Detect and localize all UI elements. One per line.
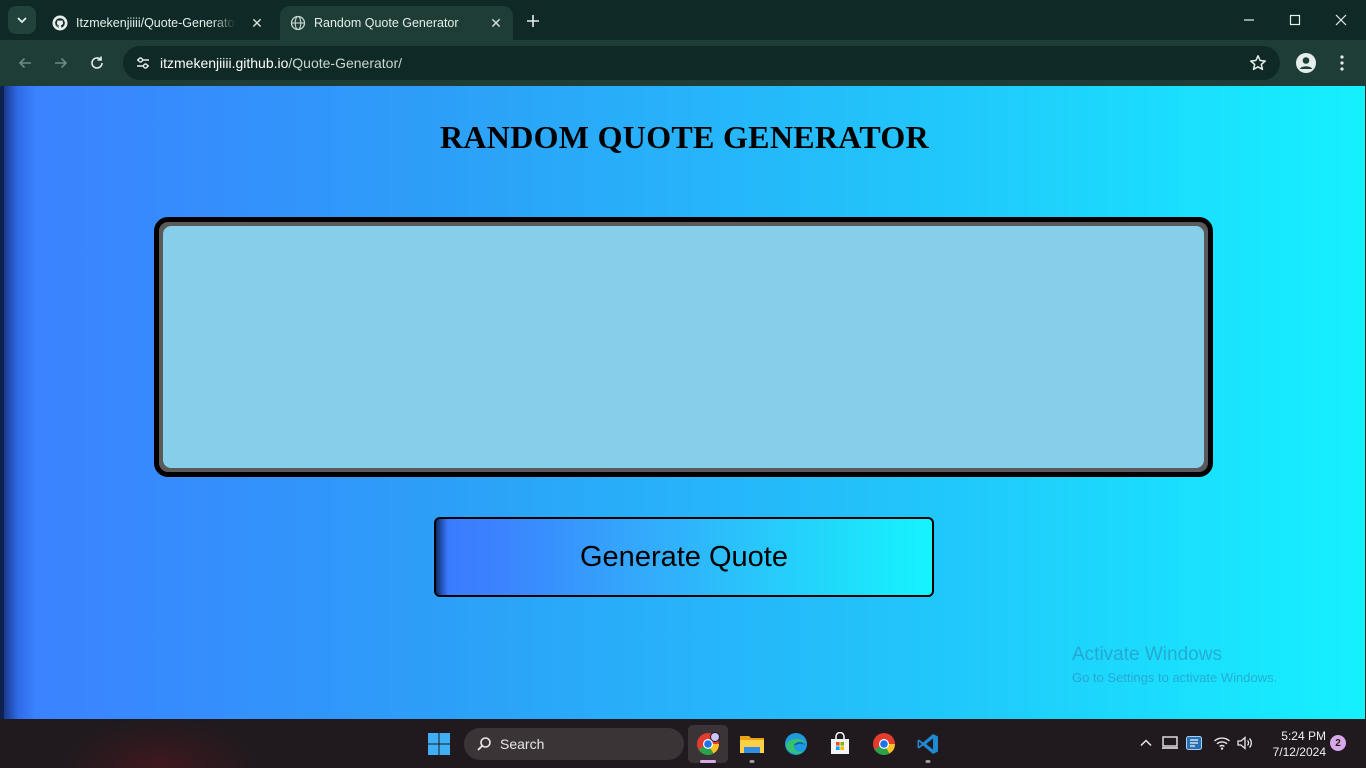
- browser-toolbar: itzmekenjiiii.github.io/Quote-Generator/: [0, 40, 1366, 86]
- tune-icon: [137, 57, 149, 69]
- url-host: itzmekenjiiii.github.io: [160, 55, 289, 71]
- site-info-button[interactable]: [131, 51, 155, 75]
- tab-title: Itzmekenjiiii/Quote-Generator: T: [76, 16, 236, 30]
- taskbar-vscode[interactable]: [908, 725, 948, 763]
- network-adapter-icon: [1186, 736, 1202, 750]
- star-icon: [1250, 55, 1266, 71]
- tab-title: Random Quote Generator: [314, 16, 459, 30]
- show-hidden-icons-button[interactable]: [1136, 733, 1156, 753]
- close-icon: [1335, 14, 1347, 26]
- edge-icon: [785, 733, 807, 755]
- chrome-icon: [873, 733, 895, 755]
- notification-badge[interactable]: 2: [1330, 735, 1346, 751]
- more-vertical-icon: [1340, 55, 1344, 71]
- page-viewport: RANDOM QUOTE GENERATOR Generate Quote Ac…: [4, 86, 1365, 719]
- windows-taskbar: Search 5:24 PM 7/12/2024 2: [0, 719, 1366, 768]
- quote-box: [154, 217, 1213, 477]
- start-button[interactable]: [419, 725, 459, 763]
- new-tab-button[interactable]: [522, 10, 544, 32]
- clock-date: 7/12/2024: [1272, 745, 1326, 759]
- taskbar-microsoft-store[interactable]: [820, 725, 860, 763]
- windows-logo-icon: [428, 733, 450, 755]
- search-icon: [477, 737, 491, 751]
- profile-button[interactable]: [1294, 51, 1318, 75]
- wifi-icon: [1214, 737, 1230, 750]
- page-title: RANDOM QUOTE GENERATOR: [439, 119, 929, 155]
- activate-windows-watermark: Activate Windows Go to Settings to activ…: [1072, 644, 1277, 685]
- bookmark-button[interactable]: [1248, 53, 1268, 73]
- url-path: /Quote-Generator/: [288, 55, 403, 71]
- tab-github[interactable]: Itzmekenjiiii/Quote-Generator: T ✕: [42, 6, 274, 40]
- microsoft-store-icon: [831, 732, 849, 754]
- tab-search-button[interactable]: [8, 6, 36, 34]
- volume-icon: [1237, 736, 1252, 750]
- taskbar-search[interactable]: Search: [464, 728, 684, 760]
- back-button[interactable]: [13, 51, 37, 75]
- browser-menu-button[interactable]: [1332, 51, 1352, 75]
- monitor-icon: [1162, 736, 1178, 749]
- vscode-icon: [917, 734, 938, 754]
- watermark-title: Activate Windows: [1072, 644, 1222, 665]
- watermark-subtitle: Go to Settings to activate Windows.: [1072, 670, 1278, 685]
- address-bar[interactable]: itzmekenjiiii.github.io/Quote-Generator/: [123, 46, 1280, 80]
- generate-quote-button[interactable]: Generate Quote: [434, 517, 934, 597]
- wifi-status[interactable]: [1212, 733, 1232, 753]
- taskbar-chrome-profile[interactable]: [688, 725, 728, 763]
- arrow-left-icon: [18, 57, 31, 69]
- browser-tab-strip: Itzmekenjiiii/Quote-Generator: T ✕ Rando…: [0, 0, 1366, 40]
- quote-display: [163, 226, 1204, 468]
- maximize-button[interactable]: [1272, 0, 1318, 40]
- forward-button[interactable]: [49, 51, 73, 75]
- taskbar-search-label: Search: [500, 736, 545, 752]
- globe-icon: [290, 15, 306, 31]
- clock-time: 5:24 PM: [1281, 729, 1326, 743]
- close-window-button[interactable]: [1318, 0, 1364, 40]
- chrome-profile-icon: [697, 732, 720, 755]
- minimize-icon: [1244, 19, 1254, 21]
- arrow-right-icon: [55, 57, 68, 69]
- minimize-button[interactable]: [1226, 0, 1272, 40]
- tray-display-app[interactable]: [1160, 733, 1180, 753]
- close-tab-icon[interactable]: ✕: [248, 14, 266, 32]
- maximize-icon: [1289, 14, 1301, 26]
- volume-control[interactable]: [1235, 733, 1255, 753]
- url-text[interactable]: itzmekenjiiii.github.io/Quote-Generator/: [160, 55, 402, 71]
- chevron-up-icon: [1140, 739, 1152, 747]
- github-icon: [52, 15, 68, 31]
- taskbar-chrome[interactable]: [864, 725, 904, 763]
- tab-random-quote-generator[interactable]: Random Quote Generator ✕: [280, 6, 513, 40]
- tray-network-app[interactable]: [1184, 733, 1204, 753]
- taskbar-edge[interactable]: [776, 725, 816, 763]
- file-explorer-icon: [740, 736, 764, 753]
- close-tab-icon[interactable]: ✕: [487, 14, 505, 32]
- reload-button[interactable]: [85, 51, 109, 75]
- plus-icon: [527, 15, 539, 27]
- reload-icon: [91, 56, 103, 69]
- profile-icon: [1296, 53, 1316, 73]
- taskbar-file-explorer[interactable]: [732, 725, 772, 763]
- chevron-down-icon: [17, 17, 27, 24]
- taskbar-clock[interactable]: 5:24 PM 7/12/2024: [1264, 728, 1326, 760]
